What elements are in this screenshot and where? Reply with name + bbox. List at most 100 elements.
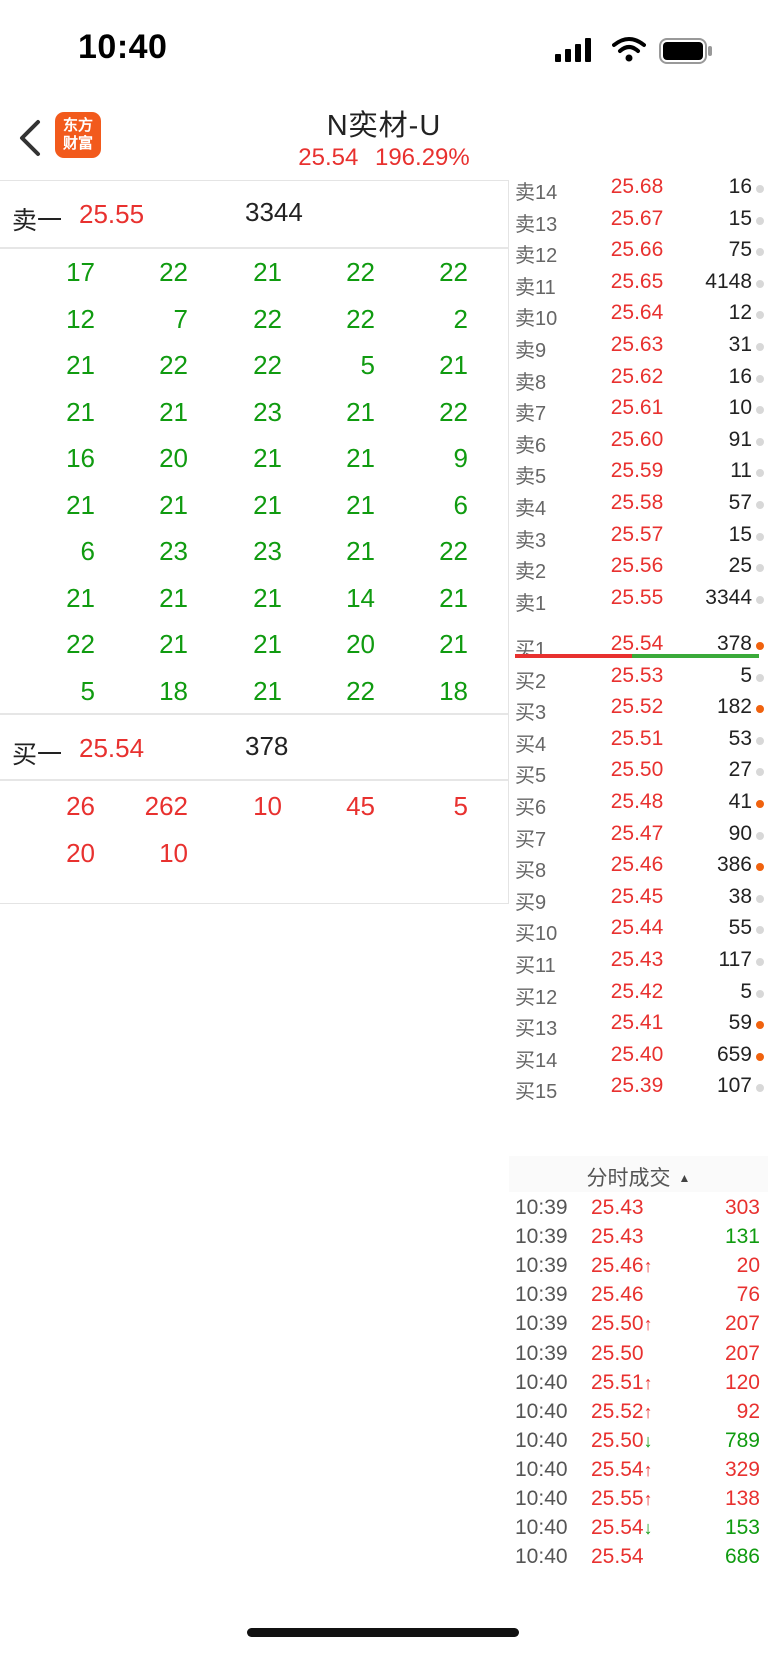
queue-order-cell[interactable]: 21 bbox=[192, 629, 282, 660]
tick-row[interactable]: 10:39 25.46 76 bbox=[509, 1281, 768, 1312]
bid-level-row[interactable]: 买10 25.44 55 bbox=[509, 914, 768, 947]
ask-level-row[interactable]: 卖8 25.62 16 bbox=[509, 363, 768, 396]
tick-row[interactable]: 10:39 25.50↑ 207 bbox=[509, 1310, 768, 1341]
queue-order-cell[interactable]: 21 bbox=[378, 583, 468, 614]
bid-level-row[interactable]: 买2 25.53 5 bbox=[509, 662, 768, 695]
tick-row[interactable]: 10:39 25.43 303 bbox=[509, 1194, 768, 1225]
queue-order-cell[interactable]: 7 bbox=[98, 304, 188, 335]
queue-order-cell[interactable]: 12 bbox=[5, 304, 95, 335]
queue-order-cell[interactable]: 21 bbox=[378, 350, 468, 381]
bid-level-row[interactable]: 买1 25.54 378 bbox=[509, 630, 768, 663]
queue-order-cell[interactable]: 21 bbox=[285, 536, 375, 567]
queue-order-cell[interactable]: 9 bbox=[378, 443, 468, 474]
ask-level-row[interactable]: 卖9 25.63 31 bbox=[509, 331, 768, 364]
queue-order-cell[interactable]: 26 bbox=[5, 791, 95, 822]
queue-order-cell[interactable]: 21 bbox=[378, 629, 468, 660]
bid-level-row[interactable]: 买15 25.39 107 bbox=[509, 1072, 768, 1105]
queue-order-cell[interactable]: 21 bbox=[5, 397, 95, 428]
queue-order-cell[interactable]: 22 bbox=[5, 629, 95, 660]
queue-order-cell[interactable]: 21 bbox=[5, 583, 95, 614]
queue-order-cell[interactable]: 22 bbox=[378, 397, 468, 428]
tick-row[interactable]: 10:40 25.54 686 bbox=[509, 1543, 768, 1574]
queue-order-cell[interactable]: 2 bbox=[378, 304, 468, 335]
ask-level-row[interactable]: 卖13 25.67 15 bbox=[509, 205, 768, 238]
queue-order-cell[interactable]: 23 bbox=[192, 397, 282, 428]
tick-row[interactable]: 10:40 25.52↑ 92 bbox=[509, 1398, 768, 1429]
bid-level-row[interactable]: 买9 25.45 38 bbox=[509, 883, 768, 916]
bid-level-row[interactable]: 买7 25.47 90 bbox=[509, 820, 768, 853]
queue-order-cell[interactable]: 21 bbox=[192, 490, 282, 521]
queue-order-cell[interactable]: 21 bbox=[98, 490, 188, 521]
ask-level-row[interactable]: 卖5 25.59 11 bbox=[509, 457, 768, 490]
bid-level-row[interactable]: 买11 25.43 117 bbox=[509, 946, 768, 979]
bid-level-row[interactable]: 买5 25.50 27 bbox=[509, 756, 768, 789]
bid-level-row[interactable]: 买6 25.48 41 bbox=[509, 788, 768, 821]
tick-row[interactable]: 10:40 25.55↑ 138 bbox=[509, 1485, 768, 1516]
queue-order-cell[interactable]: 21 bbox=[5, 490, 95, 521]
ask-level-row[interactable]: 卖10 25.64 12 bbox=[509, 299, 768, 332]
queue-order-cell[interactable]: 22 bbox=[378, 257, 468, 288]
ask-level-row[interactable]: 卖11 25.65 4148 bbox=[509, 268, 768, 301]
bid-level-row[interactable]: 买12 25.42 5 bbox=[509, 978, 768, 1011]
queue-order-cell[interactable]: 22 bbox=[192, 350, 282, 381]
queue-order-cell[interactable]: 21 bbox=[285, 397, 375, 428]
bid-level-row[interactable]: 买14 25.40 659 bbox=[509, 1041, 768, 1074]
ask-level-row[interactable]: 卖6 25.60 91 bbox=[509, 426, 768, 459]
home-indicator[interactable] bbox=[247, 1628, 519, 1637]
queue-order-cell[interactable]: 10 bbox=[98, 838, 188, 869]
queue-order-cell[interactable]: 20 bbox=[5, 838, 95, 869]
bid-level-row[interactable]: 买8 25.46 386 bbox=[509, 851, 768, 884]
ask-level-row[interactable]: 卖7 25.61 10 bbox=[509, 394, 768, 427]
bid-level-row[interactable]: 买3 25.52 182 bbox=[509, 693, 768, 726]
queue-order-cell[interactable]: 20 bbox=[285, 629, 375, 660]
bid-level-row[interactable]: 买13 25.41 59 bbox=[509, 1009, 768, 1042]
queue-order-cell[interactable]: 21 bbox=[98, 583, 188, 614]
queue-order-cell[interactable]: 262 bbox=[98, 791, 188, 822]
queue-order-cell[interactable]: 23 bbox=[98, 536, 188, 567]
queue-order-cell[interactable]: 22 bbox=[192, 304, 282, 335]
tick-row[interactable]: 10:39 25.43 131 bbox=[509, 1223, 768, 1254]
queue-order-cell[interactable]: 5 bbox=[5, 676, 95, 707]
queue-order-cell[interactable]: 10 bbox=[192, 791, 282, 822]
queue-order-cell[interactable]: 22 bbox=[285, 304, 375, 335]
queue-order-cell[interactable]: 21 bbox=[192, 583, 282, 614]
bid-level-row[interactable]: 买4 25.51 53 bbox=[509, 725, 768, 758]
queue-order-cell[interactable]: 22 bbox=[98, 257, 188, 288]
queue-order-cell[interactable]: 21 bbox=[192, 257, 282, 288]
queue-order-cell[interactable]: 16 bbox=[5, 443, 95, 474]
ask-level-row[interactable]: 卖3 25.57 15 bbox=[509, 521, 768, 554]
tick-row[interactable]: 10:40 25.54↓ 153 bbox=[509, 1514, 768, 1545]
queue-order-cell[interactable]: 6 bbox=[5, 536, 95, 567]
buy1-summary-row[interactable]: 买一 25.54 378 bbox=[0, 713, 508, 781]
ask-level-row[interactable]: 卖4 25.58 57 bbox=[509, 489, 768, 522]
queue-order-cell[interactable]: 22 bbox=[285, 257, 375, 288]
queue-order-cell[interactable]: 14 bbox=[285, 583, 375, 614]
sell1-summary-row[interactable]: 卖一 25.55 3344 bbox=[0, 181, 508, 249]
tick-row[interactable]: 10:39 25.50 207 bbox=[509, 1340, 768, 1371]
ask-level-row[interactable]: 卖2 25.56 25 bbox=[509, 552, 768, 585]
queue-order-cell[interactable]: 22 bbox=[378, 536, 468, 567]
queue-order-cell[interactable]: 21 bbox=[285, 490, 375, 521]
ask-level-row[interactable]: 卖12 25.66 75 bbox=[509, 236, 768, 269]
queue-order-cell[interactable]: 5 bbox=[378, 791, 468, 822]
queue-order-cell[interactable]: 45 bbox=[285, 791, 375, 822]
queue-order-cell[interactable]: 5 bbox=[285, 350, 375, 381]
ask-level-row[interactable]: 卖14 25.68 16 bbox=[509, 173, 768, 206]
queue-order-cell[interactable]: 23 bbox=[192, 536, 282, 567]
queue-order-cell[interactable]: 21 bbox=[192, 443, 282, 474]
queue-order-cell[interactable]: 17 bbox=[5, 257, 95, 288]
tick-row[interactable]: 10:40 25.51↑ 120 bbox=[509, 1369, 768, 1400]
queue-order-cell[interactable]: 22 bbox=[285, 676, 375, 707]
queue-order-cell[interactable]: 20 bbox=[98, 443, 188, 474]
tick-row[interactable]: 10:39 25.46↑ 20 bbox=[509, 1252, 768, 1283]
tick-row[interactable]: 10:40 25.54↑ 329 bbox=[509, 1456, 768, 1487]
tick-row[interactable]: 10:40 25.50↓ 789 bbox=[509, 1427, 768, 1458]
queue-order-cell[interactable]: 18 bbox=[98, 676, 188, 707]
queue-order-cell[interactable]: 21 bbox=[192, 676, 282, 707]
queue-order-cell[interactable]: 21 bbox=[98, 629, 188, 660]
ask-level-row[interactable]: 卖1 25.55 3344 bbox=[509, 584, 768, 617]
queue-order-cell[interactable]: 21 bbox=[98, 397, 188, 428]
queue-order-cell[interactable]: 22 bbox=[98, 350, 188, 381]
ticks-header[interactable]: 分时成交 ▲ bbox=[509, 1156, 768, 1192]
queue-order-cell[interactable]: 6 bbox=[378, 490, 468, 521]
